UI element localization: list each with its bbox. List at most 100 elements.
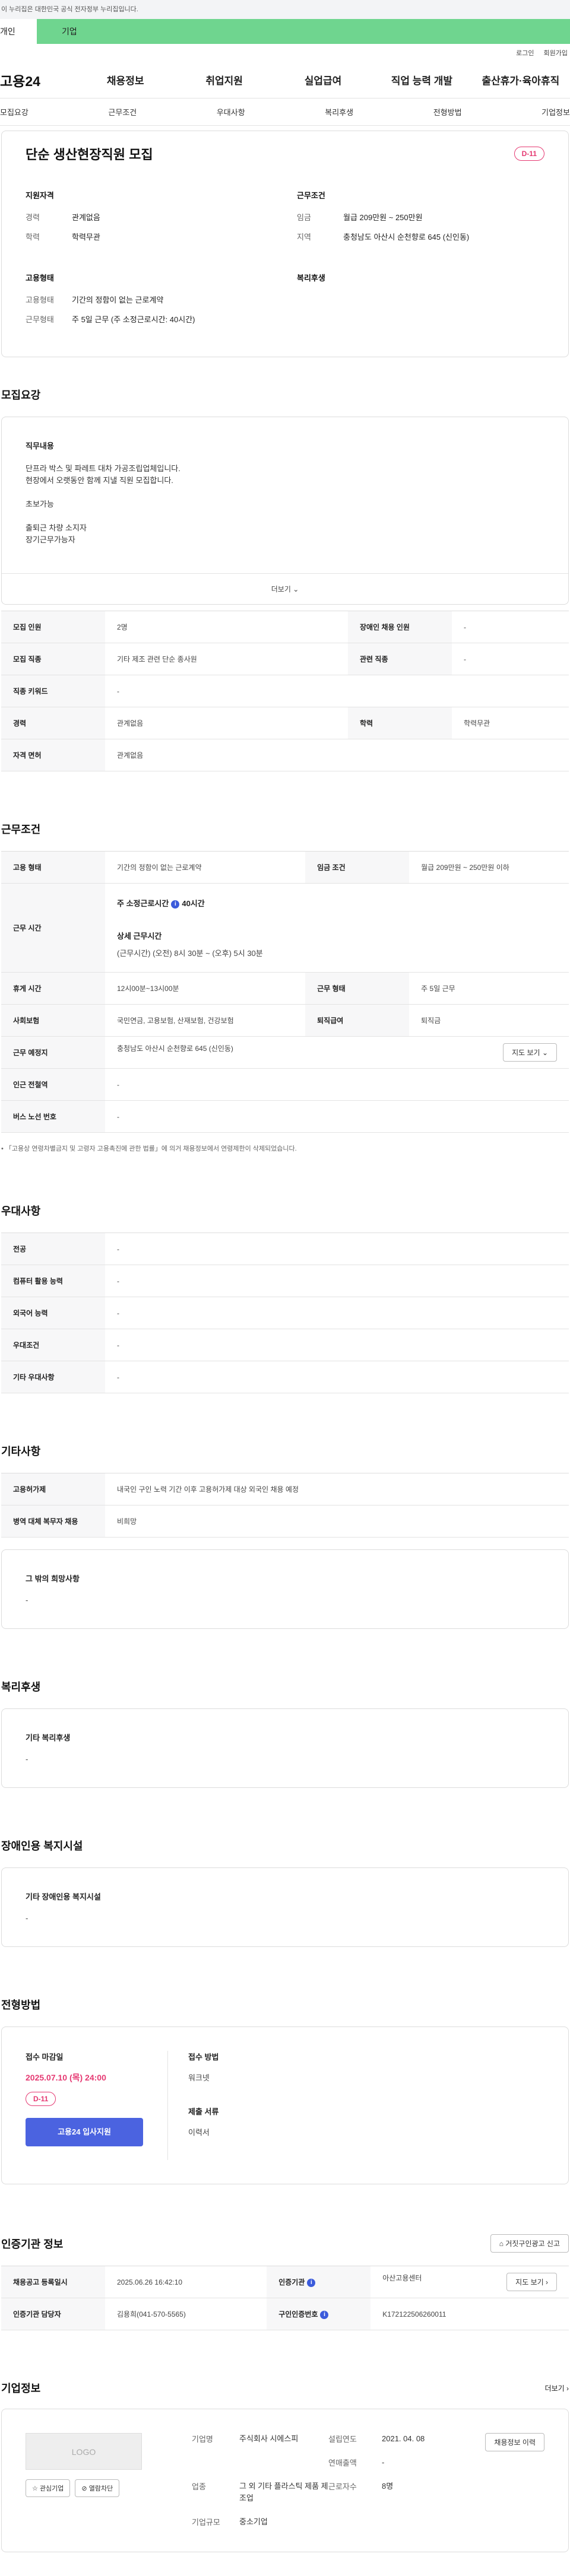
table-key: 고용 형태 bbox=[1, 851, 105, 884]
table-value: 관계없음 bbox=[105, 707, 349, 739]
favorite-company-button[interactable]: ☆ 관심기업 bbox=[26, 2479, 71, 2497]
table-key: 우대조건 bbox=[1, 1329, 105, 1361]
summary-worktype-value: 주 5일 근무 (주 소정근로시간: 40시간) bbox=[72, 315, 195, 324]
table-key: 인증기관 담당자 bbox=[1, 2298, 105, 2330]
gnb-skills-training[interactable]: 직업 능력 개발 bbox=[372, 72, 471, 87]
company-logo-placeholder: LOGO bbox=[26, 2433, 142, 2470]
agency-map-button[interactable]: 지도 보기 › bbox=[506, 2273, 557, 2291]
gnb-jobs[interactable]: 채용정보 bbox=[76, 72, 175, 87]
dday-badge: D-11 bbox=[514, 147, 544, 161]
tab-personal[interactable]: 개인 bbox=[0, 19, 37, 44]
gnb-parental-leave[interactable]: 출산휴가·육아휴직 bbox=[471, 72, 570, 87]
block-icon: ⊘ bbox=[81, 2485, 87, 2492]
table-key: 학력 bbox=[348, 707, 452, 739]
site-logo[interactable]: 고용24 bbox=[0, 70, 76, 90]
table-value: - bbox=[105, 1068, 569, 1101]
anchor-recruit[interactable]: 모집요강 bbox=[0, 106, 28, 117]
company-more-link[interactable]: 더보기 › bbox=[545, 2383, 569, 2393]
home-icon: ⌂ bbox=[499, 2240, 504, 2248]
agency-map-label: 지도 보기 bbox=[515, 2278, 544, 2286]
recruit-section-title: 모집요강 bbox=[1, 389, 41, 401]
chevron-down-icon: ⌄ bbox=[542, 1049, 548, 1057]
anchor-company[interactable]: 기업정보 bbox=[542, 106, 570, 117]
table-value: 퇴직금 bbox=[409, 1004, 569, 1037]
table-value: 2명 bbox=[105, 611, 349, 643]
table-row: 근무 시간 주 소정근로시간 i 40시간 상세 근무시간 (근무시간) (오전) … bbox=[1, 883, 569, 973]
docs-value: 이력서 bbox=[188, 2128, 210, 2137]
table-key: 고용허가제 bbox=[1, 1473, 105, 1505]
table-row: 병역 대체 복무자 채용 비희망 bbox=[1, 1505, 569, 1538]
anchor-welfare[interactable]: 복리후생 bbox=[325, 106, 353, 117]
job-history-button[interactable]: 채용정보 이력 bbox=[485, 2433, 544, 2451]
company-card: LOGO ☆ 관심기업 ⊘ 열람차단 기업명 주식회사 시에스피 설립연도 20… bbox=[1, 2409, 569, 2552]
table-value: 김용희(041-570-5565) bbox=[105, 2298, 267, 2330]
company-est-value: 2021. 04. 08 bbox=[382, 2434, 425, 2443]
duty-more-button[interactable]: 더보기 ⌄ bbox=[2, 573, 568, 604]
agency-value: 아산고용센터 bbox=[382, 2274, 422, 2282]
info-icon[interactable]: i bbox=[320, 2310, 329, 2319]
job-title: 단순 생산현장직원 모집 bbox=[26, 147, 153, 162]
table-value: 기간의 정함이 없는 근로계약 bbox=[105, 851, 306, 884]
summary-emp-title: 고용형태 bbox=[26, 274, 54, 282]
info-icon[interactable]: i bbox=[307, 2278, 316, 2287]
section-anchor-tabs: 모집요강 근무조건 우대사항 복리후생 전형방법 기업정보 bbox=[0, 99, 570, 126]
duty-title: 직무내용 bbox=[26, 441, 54, 450]
table-key: 채용공고 등록일시 bbox=[1, 2266, 105, 2298]
anchor-selection[interactable]: 전형방법 bbox=[433, 106, 462, 117]
table-key: 근무 시간 bbox=[1, 883, 105, 973]
recruit-table: 모집 인원 2명 장애인 채용 인원 - 모집 직종 기타 제조 관련 단순 종… bbox=[1, 611, 569, 771]
table-row: 자격 면허 관계없음 bbox=[1, 739, 569, 771]
chevron-right-icon: › bbox=[546, 2278, 548, 2286]
preferences-table: 전공 - 컴퓨터 활용 능력 - 외국어 능력 - 우대조건 - 기타 우대사항 - bbox=[1, 1233, 569, 1393]
table-value: 비희망 bbox=[105, 1505, 569, 1538]
table-value: - bbox=[105, 1297, 569, 1329]
company-staff-value: 8명 bbox=[382, 2482, 394, 2491]
chevron-right-icon: › bbox=[566, 2384, 569, 2393]
agency-table: 채용공고 등록일시 2025.06.26 16:42:10 인증기관 i 아산고용… bbox=[1, 2266, 569, 2330]
table-key: 모집 인원 bbox=[1, 611, 105, 643]
block-view-button[interactable]: ⊘ 열람차단 bbox=[75, 2479, 120, 2497]
table-key: 컴퓨터 활용 능력 bbox=[1, 1265, 105, 1297]
job-summary-card: 단순 생산현장직원 모집 D-11 지원자격 경력 관계없음 학력 학력무관 근무조… bbox=[1, 131, 569, 357]
map-button-label: 지도 보기 bbox=[512, 1049, 540, 1057]
info-icon[interactable]: i bbox=[171, 900, 180, 909]
report-fake-ad-button[interactable]: ⌂ 거짓구인광고 신고 bbox=[490, 2234, 569, 2253]
welfare-value: - bbox=[26, 1755, 28, 1764]
join-link[interactable]: 회원가입 bbox=[544, 48, 568, 58]
method-value: 워크넷 bbox=[188, 2073, 210, 2082]
workplace-cell: 충청남도 아산시 순천향로 645 (신인동) 지도 보기 ⌄ bbox=[105, 1036, 569, 1069]
company-size-label: 기업규모 bbox=[192, 2518, 220, 2527]
login-link[interactable]: 로그인 bbox=[516, 48, 534, 58]
favorite-company-label: 관심기업 bbox=[39, 2485, 64, 2492]
summary-wage-value: 월급 209만원 ~ 250만원 bbox=[343, 213, 423, 222]
table-key: 인근 전철역 bbox=[1, 1068, 105, 1101]
table-value: - bbox=[105, 1265, 569, 1297]
table-row: 직종 키워드 - bbox=[1, 675, 569, 707]
disabled-sub: 기타 장애인용 복지시설 bbox=[26, 1892, 101, 1901]
gnb-employment-support[interactable]: 취업지원 bbox=[175, 72, 273, 87]
company-est-label: 설립연도 bbox=[328, 2435, 357, 2444]
table-row: 컴퓨터 활용 능력 - bbox=[1, 1265, 569, 1297]
map-button[interactable]: 지도 보기 ⌄ bbox=[503, 1043, 557, 1062]
anchor-conditions[interactable]: 근무조건 bbox=[108, 106, 137, 117]
table-row: 모집 인원 2명 장애인 채용 인원 - bbox=[1, 611, 569, 643]
global-nav: 고용24 채용정보 취업지원 실업급여 직업 능력 개발 출산휴가·육아휴직 bbox=[0, 62, 570, 99]
table-value: - bbox=[105, 1329, 569, 1361]
block-view-label: 열람차단 bbox=[88, 2485, 113, 2492]
summary-worktype-label: 근무형태 bbox=[26, 315, 54, 324]
selection-card: 접수 마감일 2025.07.10 (목) 24:00 D-11 고용24 입사… bbox=[1, 2027, 569, 2184]
welfare-section-title: 복리후생 bbox=[1, 1681, 41, 1693]
anchor-preferences[interactable]: 우대사항 bbox=[217, 106, 245, 117]
company-industry-label: 업종 bbox=[192, 2482, 206, 2491]
method-label: 접수 방법 bbox=[188, 2053, 219, 2062]
table-key: 경력 bbox=[1, 707, 105, 739]
tab-company[interactable]: 기업 bbox=[37, 19, 570, 44]
gnb-unemployment-benefit[interactable]: 실업급여 bbox=[274, 72, 372, 87]
table-value: - bbox=[452, 611, 569, 643]
summary-career-label: 경력 bbox=[26, 213, 40, 222]
cert-number-label: 구인인증번호 bbox=[278, 2310, 318, 2318]
table-value: 12시00분~13시00분 bbox=[105, 972, 306, 1005]
chevron-down-icon: ⌄ bbox=[293, 585, 299, 593]
table-key: 자격 면허 bbox=[1, 739, 105, 771]
apply-button[interactable]: 고용24 입사지원 bbox=[26, 2118, 143, 2146]
